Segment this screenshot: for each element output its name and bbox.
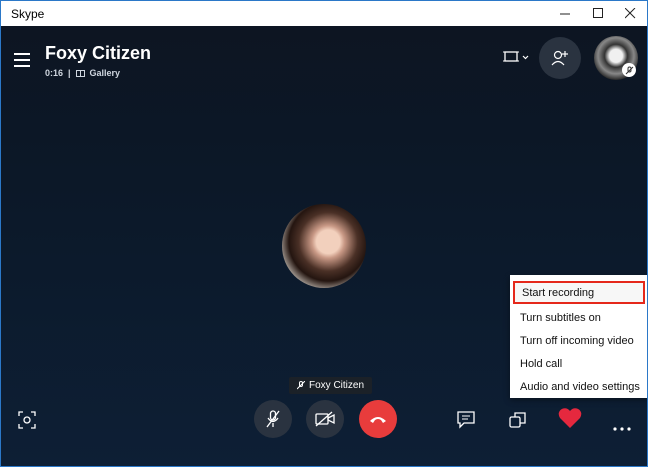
participant-name-label: Foxy Citizen <box>289 377 373 394</box>
minimize-button[interactable] <box>549 1 582 26</box>
microphone-muted-icon <box>625 66 633 74</box>
react-button[interactable] <box>558 407 582 434</box>
add-person-button[interactable] <box>539 37 581 79</box>
skype-window: Skype Foxy Citizen 0:16 | Gallery Foxy C… <box>0 0 648 467</box>
end-call-button[interactable] <box>359 400 397 438</box>
self-muted-badge <box>622 63 636 77</box>
gallery-icon <box>75 69 85 77</box>
video-toggle-button[interactable] <box>306 400 344 438</box>
close-icon <box>625 8 636 19</box>
chevron-down-icon <box>522 55 529 60</box>
video-off-icon <box>315 411 335 427</box>
minimize-icon <box>560 13 570 15</box>
more-options-button[interactable] <box>613 418 631 436</box>
title-bar: Skype <box>1 1 647 26</box>
contact-avatar <box>282 204 366 288</box>
maximize-button[interactable] <box>582 1 615 26</box>
hang-up-icon <box>370 417 386 423</box>
menu-item-start-recording[interactable]: Start recording <box>513 281 645 304</box>
call-duration: 0:16 <box>45 68 64 78</box>
contact-name: Foxy Citizen <box>45 43 152 63</box>
mute-button[interactable] <box>254 400 292 438</box>
screen-layout-button[interactable] <box>503 49 531 70</box>
snapshot-icon <box>18 411 36 429</box>
switch-view-icon <box>509 412 526 428</box>
chat-button[interactable] <box>457 411 475 434</box>
call-status: 0:16 | Gallery <box>45 68 120 78</box>
menu-item-turn-off-incoming-video[interactable]: Turn off incoming video <box>510 329 647 352</box>
separator: | <box>68 68 71 78</box>
microphone-muted-icon <box>266 410 280 428</box>
add-person-icon <box>551 50 568 66</box>
menu-button[interactable] <box>14 53 30 67</box>
more-options-menu: Start recording Turn subtitles on Turn o… <box>510 275 647 398</box>
view-mode[interactable]: Gallery <box>90 68 121 78</box>
switch-view-button[interactable] <box>509 411 527 434</box>
window-title: Skype <box>11 7 45 21</box>
menu-item-audio-video-settings[interactable]: Audio and video settings <box>510 375 647 398</box>
call-area: Foxy Citizen 0:16 | Gallery Foxy Citizen… <box>1 26 647 466</box>
menu-item-turn-subtitles-on[interactable]: Turn subtitles on <box>510 306 647 329</box>
menu-item-hold-call[interactable]: Hold call <box>510 352 647 375</box>
chat-icon <box>457 411 475 429</box>
more-icon <box>613 427 631 431</box>
maximize-icon <box>593 8 603 18</box>
heart-icon <box>558 408 582 428</box>
screen-layout-icon <box>503 51 529 62</box>
participant-name: Foxy Citizen <box>309 380 365 391</box>
close-button[interactable] <box>614 1 647 26</box>
snapshot-button[interactable] <box>18 411 36 434</box>
microphone-muted-icon <box>297 381 305 390</box>
